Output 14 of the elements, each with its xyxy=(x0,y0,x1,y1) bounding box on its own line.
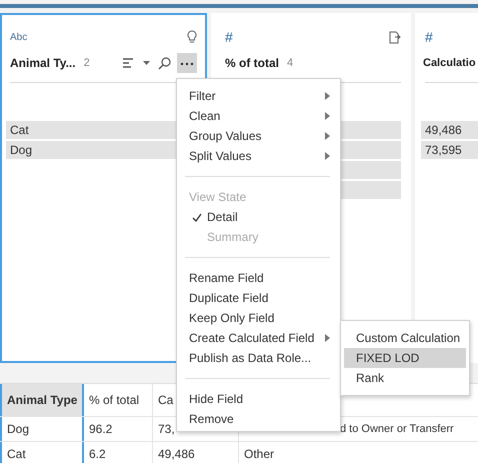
table-cell: Cat xyxy=(0,442,84,463)
table-cell: 49,486 xyxy=(153,442,239,463)
field-count: 4 xyxy=(287,57,294,69)
field-name: Animal Ty... xyxy=(10,56,76,70)
table-cell: 96.2 xyxy=(84,417,153,441)
field-name: Calculatio xyxy=(423,57,476,69)
table-cell-text: Other xyxy=(243,446,276,463)
table-cell: Dog xyxy=(0,417,84,441)
field-count: 2 xyxy=(84,57,90,69)
field-type-label: # xyxy=(225,29,233,45)
field-name: % of total xyxy=(225,56,279,70)
table-cell: 6.2 xyxy=(84,442,153,463)
field-type-label: Abc xyxy=(10,32,28,42)
field-type-label: # xyxy=(425,29,433,45)
